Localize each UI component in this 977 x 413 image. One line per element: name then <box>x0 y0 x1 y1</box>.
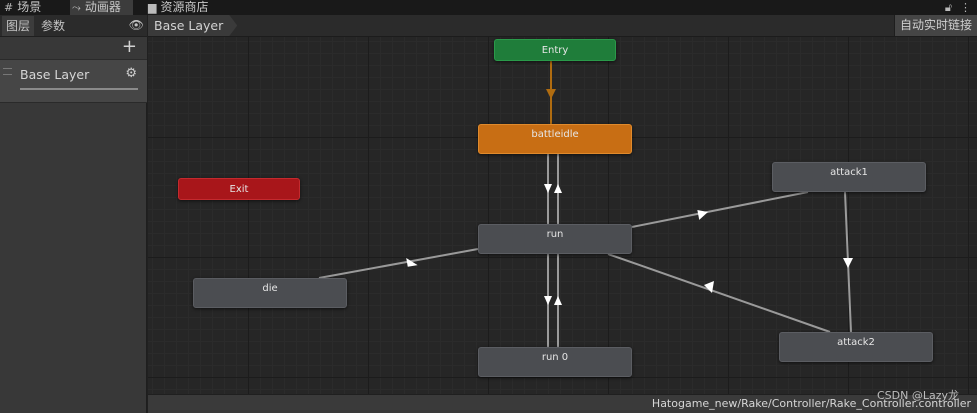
lock-icon[interactable]: 🔓︎ <box>945 0 952 15</box>
arrow-entry-battleidle <box>546 89 556 99</box>
state-battleidle-label: battleidle <box>531 128 579 140</box>
animator-icon: ⤳ <box>72 1 81 14</box>
tab-layers[interactable]: 图层 <box>2 16 35 36</box>
layer-name: Base Layer <box>20 67 90 82</box>
arrow-run-attack1 <box>697 210 708 220</box>
state-exit-label: Exit <box>229 183 249 195</box>
gear-icon[interactable]: ⚙ <box>125 66 137 81</box>
eye-icon[interactable]: 👁︎ <box>129 18 144 32</box>
tab-asset-store[interactable]: ▆ 资源商店 <box>148 0 208 15</box>
arrow-run0-run <box>554 296 562 305</box>
tab-parameters[interactable]: 参数 <box>37 16 69 36</box>
transition-attack2-run[interactable] <box>607 253 831 333</box>
tab-animator[interactable]: ⤳ 动画器 <box>70 0 133 15</box>
breadcrumb[interactable]: Base Layer <box>148 15 237 36</box>
state-entry[interactable]: Entry <box>494 39 616 61</box>
more-menu-icon[interactable]: ⋮ <box>960 0 971 15</box>
layers-panel-header: 图层 参数 👁︎ <box>0 15 147 37</box>
arrow-run-battleidle <box>554 184 562 193</box>
tab-asset-store-label: 资源商店 <box>160 0 209 14</box>
graph-header: Base Layer 自动实时链接 <box>148 15 977 37</box>
tab-animator-label: 动画器 <box>84 0 121 14</box>
tab-scene[interactable]: # 场景 <box>4 0 41 15</box>
watermark: CSDN @Lazy龙 <box>876 389 959 402</box>
state-attack1-label: attack1 <box>830 166 868 178</box>
status-bar: Hatogame_new/Rake/Controller/Rake_Contro… <box>148 394 977 413</box>
transition-run-attack1[interactable] <box>631 191 809 228</box>
layers-panel: 图层 参数 👁︎ + Base Layer ⚙ <box>0 15 147 413</box>
state-entry-label: Entry <box>541 44 569 56</box>
transition-run-die[interactable] <box>318 248 479 279</box>
state-attack1[interactable]: attack1 <box>772 162 926 192</box>
state-machine-graph[interactable]: Entry Exit battleidle run run 0 die atta… <box>148 37 977 394</box>
state-attack2-label: attack2 <box>837 336 875 348</box>
state-run-0[interactable]: run 0 <box>478 347 632 377</box>
state-run-label: run <box>546 228 564 240</box>
state-run-0-label: run 0 <box>541 351 569 363</box>
tab-scene-label: 场景 <box>17 0 42 14</box>
layer-item-base-layer[interactable]: Base Layer ⚙ <box>0 59 147 103</box>
editor-tab-bar: # 场景 ⤳ 动画器 ▆ 资源商店 🔓︎ ⋮ <box>0 0 977 15</box>
state-die[interactable]: die <box>193 278 347 308</box>
state-run[interactable]: run <box>478 224 632 254</box>
window-controls: 🔓︎ ⋮ <box>945 0 971 15</box>
arrow-battleidle-run <box>544 184 552 193</box>
layers-toolbar: + <box>0 37 147 59</box>
arrow-attack1-attack2 <box>843 258 853 268</box>
state-exit[interactable]: Exit <box>178 178 300 200</box>
drag-handle-icon[interactable] <box>3 68 12 75</box>
layer-weight-bar[interactable] <box>20 88 138 90</box>
arrow-run-run0 <box>544 296 552 305</box>
auto-live-link-button[interactable]: 自动实时链接 <box>893 15 977 36</box>
state-attack2[interactable]: attack2 <box>779 332 933 362</box>
state-battleidle[interactable]: battleidle <box>478 124 632 154</box>
state-die-label: die <box>262 282 278 294</box>
store-icon: ▆ <box>148 1 157 14</box>
grid-icon: # <box>4 1 14 14</box>
add-layer-button[interactable]: + <box>122 37 137 57</box>
